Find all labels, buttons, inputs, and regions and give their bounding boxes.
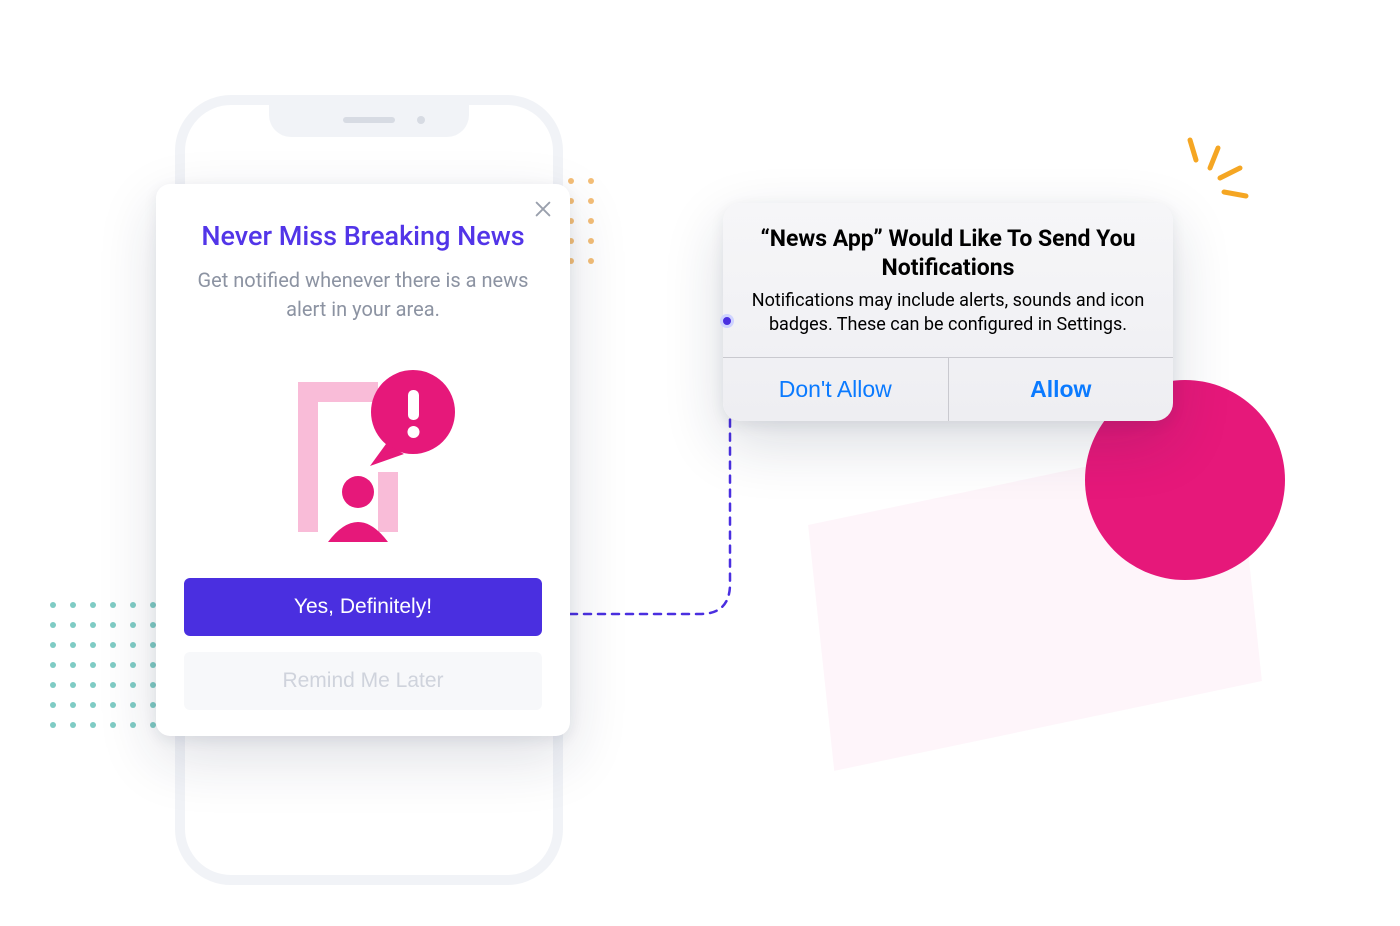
system-alert-title: “News App” Would Like To Send You Notifi… bbox=[749, 225, 1147, 283]
system-permission-alert: “News App” Would Like To Send You Notifi… bbox=[723, 203, 1173, 421]
modal-title: Never Miss Breaking News bbox=[184, 220, 542, 252]
remind-later-button[interactable]: Remind Me Later bbox=[184, 652, 542, 710]
phone-speaker bbox=[343, 117, 395, 123]
preprompt-modal: Never Miss Breaking News Get notified wh… bbox=[156, 184, 570, 736]
phone-notch bbox=[269, 105, 469, 137]
flow-connector bbox=[560, 314, 750, 634]
decorative-burst-icon bbox=[1160, 130, 1260, 230]
flow-connector-node bbox=[720, 314, 734, 328]
allow-button[interactable]: Allow bbox=[949, 358, 1174, 421]
news-alert-illustration-icon bbox=[184, 352, 542, 552]
decorative-dots-teal bbox=[50, 602, 156, 728]
phone-camera bbox=[417, 116, 425, 124]
close-icon[interactable] bbox=[532, 198, 554, 220]
modal-subtitle: Get notified whenever there is a news al… bbox=[184, 266, 542, 324]
deny-button[interactable]: Don't Allow bbox=[723, 358, 949, 421]
accept-button[interactable]: Yes, Definitely! bbox=[184, 578, 542, 636]
system-alert-body: Notifications may include alerts, sounds… bbox=[749, 289, 1147, 338]
